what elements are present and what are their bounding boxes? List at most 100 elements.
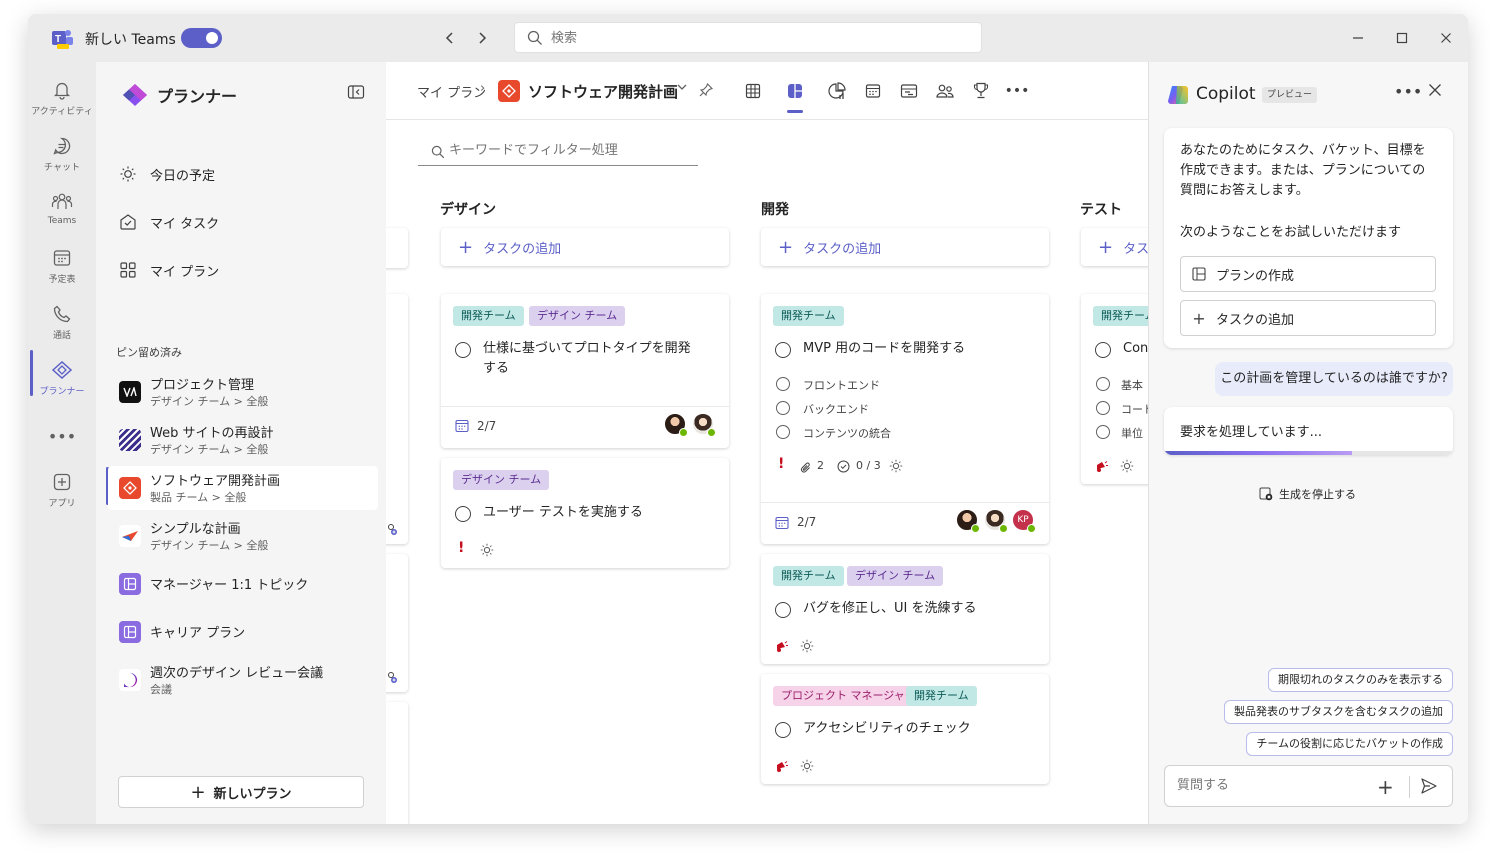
- card-divider: [761, 502, 1049, 503]
- search-box[interactable]: [514, 22, 982, 53]
- minimize-icon[interactable]: [1346, 26, 1370, 50]
- assignee-avatar[interactable]: [983, 508, 1008, 533]
- task-card[interactable]: デザイン チーム ユーザー テストを実施する !: [441, 458, 729, 568]
- complete-task-checkbox[interactable]: [1095, 342, 1111, 358]
- board-view-icon[interactable]: [784, 80, 806, 102]
- suggestion-chip[interactable]: 期限切れのタスクのみを表示する: [1268, 668, 1453, 692]
- task-card[interactable]: プロジェクト マネージャー 開発チーム アクセシビリティのチェック: [761, 674, 1049, 784]
- suggestion-chip[interactable]: 製品発表のサブタスクを含むタスクの追加: [1224, 700, 1453, 724]
- assignee-avatar[interactable]: [955, 508, 980, 533]
- copilot-compose-box[interactable]: +: [1164, 765, 1453, 807]
- add-task-button[interactable]: + タスクの追加: [1081, 228, 1148, 266]
- people-view-icon[interactable]: [934, 80, 956, 102]
- ask-input[interactable]: [1177, 778, 1367, 793]
- collapse-sidebar-icon[interactable]: [347, 84, 365, 104]
- add-task-button[interactable]: + タスクの追加: [761, 228, 1049, 266]
- more-options-icon[interactable]: •••: [1394, 82, 1422, 101]
- add-task-button[interactable]: + タスクの追加: [441, 228, 729, 266]
- assignee-avatar[interactable]: [691, 412, 716, 437]
- assign-person-icon[interactable]: [388, 520, 398, 539]
- plan-icon: [119, 573, 141, 595]
- copilot-title: Copilot: [1196, 84, 1256, 104]
- rail-item-activity[interactable]: アクティビティ: [28, 74, 96, 126]
- subtask-checkbox[interactable]: [1096, 377, 1110, 391]
- task-card[interactable]: 開発チーム デザイン チーム 仕様に基づいてプロトタイプを開発 する 2/7: [441, 294, 729, 448]
- bucket-title-development: 開発: [761, 202, 789, 218]
- complete-task-checkbox[interactable]: [775, 602, 791, 618]
- maximize-icon[interactable]: [1390, 26, 1414, 50]
- subtask-checkbox[interactable]: [1096, 401, 1110, 415]
- goals-view-icon[interactable]: [970, 80, 992, 102]
- pinned-plan-project-management[interactable]: プロジェクト管理 デザイン チーム > 全般: [108, 370, 378, 414]
- charts-view-icon[interactable]: [826, 80, 848, 102]
- bucket-title-testing: テスト: [1080, 202, 1122, 218]
- assignee-avatar[interactable]: [663, 412, 688, 437]
- back-arrow-icon[interactable]: [439, 27, 461, 49]
- more-views-icon[interactable]: •••: [1005, 80, 1030, 102]
- keyword-filter[interactable]: [418, 140, 698, 166]
- add-task-action[interactable]: + タスクの追加: [1180, 300, 1436, 336]
- forward-arrow-icon[interactable]: [471, 27, 493, 49]
- svg-text:T: T: [55, 34, 61, 45]
- suggestion-chip[interactable]: チームの役割に応じたバケットの作成: [1246, 732, 1453, 756]
- rail-item-teams[interactable]: Teams: [28, 186, 96, 238]
- complete-task-checkbox[interactable]: [455, 506, 471, 522]
- create-plan-action[interactable]: プランの作成: [1180, 256, 1436, 292]
- complete-task-checkbox[interactable]: [775, 722, 791, 738]
- plan-icon: [119, 429, 141, 451]
- search-icon: [527, 30, 542, 45]
- pin-icon[interactable]: [698, 82, 714, 102]
- subtask-checkbox[interactable]: [776, 377, 790, 391]
- pinned-plan-career[interactable]: キャリア プラン: [108, 610, 378, 654]
- plan-icon: [119, 621, 141, 643]
- rail-item-calls[interactable]: 通話: [28, 298, 96, 350]
- rail-item-chat[interactable]: チャット: [28, 130, 96, 182]
- sun-icon: [114, 165, 142, 183]
- breadcrumb-my-plans[interactable]: マイ プラン: [417, 82, 486, 101]
- nav-my-day[interactable]: 今日の予定: [114, 154, 374, 194]
- new-plan-button[interactable]: + 新しいプラン: [118, 776, 364, 808]
- assign-person-icon[interactable]: [388, 668, 398, 687]
- plan-icon: [498, 80, 520, 102]
- label-tag: デザイン チーム: [453, 470, 550, 490]
- rail-more-icon[interactable]: •••: [28, 420, 96, 450]
- nav-my-tasks[interactable]: マイ タスク: [114, 202, 374, 242]
- schedule-view-icon[interactable]: [862, 80, 884, 102]
- search-input[interactable]: [551, 28, 951, 48]
- grid-view-icon[interactable]: [742, 80, 764, 102]
- rail-item-planner[interactable]: プランナー: [28, 354, 96, 406]
- chevron-down-icon[interactable]: [676, 81, 688, 96]
- label-tag: プロジェクト マネージャー: [773, 686, 924, 706]
- partial-card: [386, 702, 408, 824]
- pinned-plan-manager-1on1[interactable]: マネージャー 1:1 トピック: [108, 562, 378, 606]
- assignee-avatar[interactable]: KP: [1011, 508, 1036, 533]
- complete-task-checkbox[interactable]: [775, 342, 791, 358]
- complete-task-checkbox[interactable]: [455, 342, 471, 358]
- send-icon[interactable]: [1420, 777, 1438, 799]
- subtask-checkbox[interactable]: [776, 401, 790, 415]
- task-card[interactable]: 開発チーム MVP 用のコードを開発する フロントエンド バックエンド コンテン…: [761, 294, 1049, 544]
- subtask-checkbox[interactable]: [776, 425, 790, 439]
- nav-my-plans[interactable]: マイ プラン: [114, 250, 374, 290]
- subtask-checkbox[interactable]: [1096, 425, 1110, 439]
- plus-icon: +: [458, 236, 474, 258]
- new-teams-toggle[interactable]: [181, 28, 222, 48]
- checklist-icon: [837, 458, 850, 477]
- chat-icon: [52, 134, 72, 158]
- rail-item-apps[interactable]: アプリ: [28, 466, 96, 518]
- task-card[interactable]: 開発チーム Con 基本 コード 単位: [1081, 294, 1148, 484]
- pinned-plan-website-redesign[interactable]: Web サイトの再設計 デザイン チーム > 全般: [108, 418, 378, 462]
- stop-generating-button[interactable]: 生成を停止する: [1259, 486, 1356, 502]
- pinned-plan-simple[interactable]: シンプルな計画 デザイン チーム > 全般: [108, 514, 378, 558]
- pinned-plan-design-review[interactable]: 週次のデザイン レビュー会議 会議: [108, 658, 378, 702]
- pinned-plan-software-dev[interactable]: ソフトウェア開発計画 製品 チーム > 全般: [108, 466, 378, 510]
- timeline-view-icon[interactable]: [898, 80, 920, 102]
- task-card[interactable]: 開発チーム デザイン チーム バグを修正し、UI を洗練する: [761, 554, 1049, 664]
- plan-title: シンプルな計画: [150, 522, 241, 537]
- label-tag: デザイン チーム: [529, 306, 626, 326]
- add-attachment-icon[interactable]: +: [1377, 775, 1394, 799]
- close-icon[interactable]: [1434, 26, 1458, 50]
- filter-input[interactable]: [449, 143, 689, 158]
- close-copilot-icon[interactable]: [1428, 82, 1442, 102]
- rail-item-calendar[interactable]: 予定表: [28, 242, 96, 294]
